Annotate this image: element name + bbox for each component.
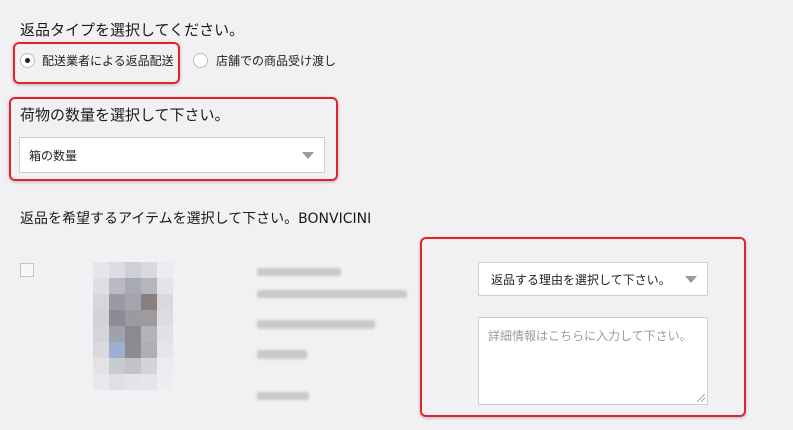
return-reason-select[interactable]: 返品する理由を選択して下さい。 (478, 262, 708, 296)
quantity-heading: 荷物の数量を選択して下さい。 (20, 106, 230, 124)
item-checkbox[interactable] (20, 263, 34, 277)
return-type-heading: 返品タイプを選択してください。 (20, 21, 245, 39)
radio-label-store: 店舗での商品受け渡し (216, 54, 337, 68)
dropdown-arrow-icon (302, 152, 314, 159)
product-image (77, 246, 192, 416)
radio-button-carrier[interactable] (20, 53, 35, 68)
radio-button-store[interactable] (193, 53, 208, 68)
radio-option-store[interactable]: 店舗での商品受け渡し (193, 52, 336, 69)
items-heading: 返品を希望するアイテムを選択して下さい。BONVICINI (20, 211, 372, 227)
radio-option-carrier[interactable]: 配送業者による返品配送 (20, 52, 174, 69)
product-details-blurred (255, 266, 415, 406)
details-textarea[interactable]: 詳細情報はこちらに入力して下さい。 (478, 317, 708, 405)
box-quantity-value: 箱の数量 (29, 148, 78, 163)
box-quantity-select[interactable]: 箱の数量 (19, 137, 325, 173)
details-placeholder: 詳細情報はこちらに入力して下さい。 (488, 329, 692, 343)
radio-selected-dot (25, 58, 30, 63)
radio-label-carrier: 配送業者による返品配送 (42, 54, 174, 68)
resize-handle-icon[interactable] (697, 394, 705, 402)
dropdown-arrow-icon (685, 276, 697, 283)
return-reason-value: 返品する理由を選択して下さい。 (491, 272, 671, 287)
